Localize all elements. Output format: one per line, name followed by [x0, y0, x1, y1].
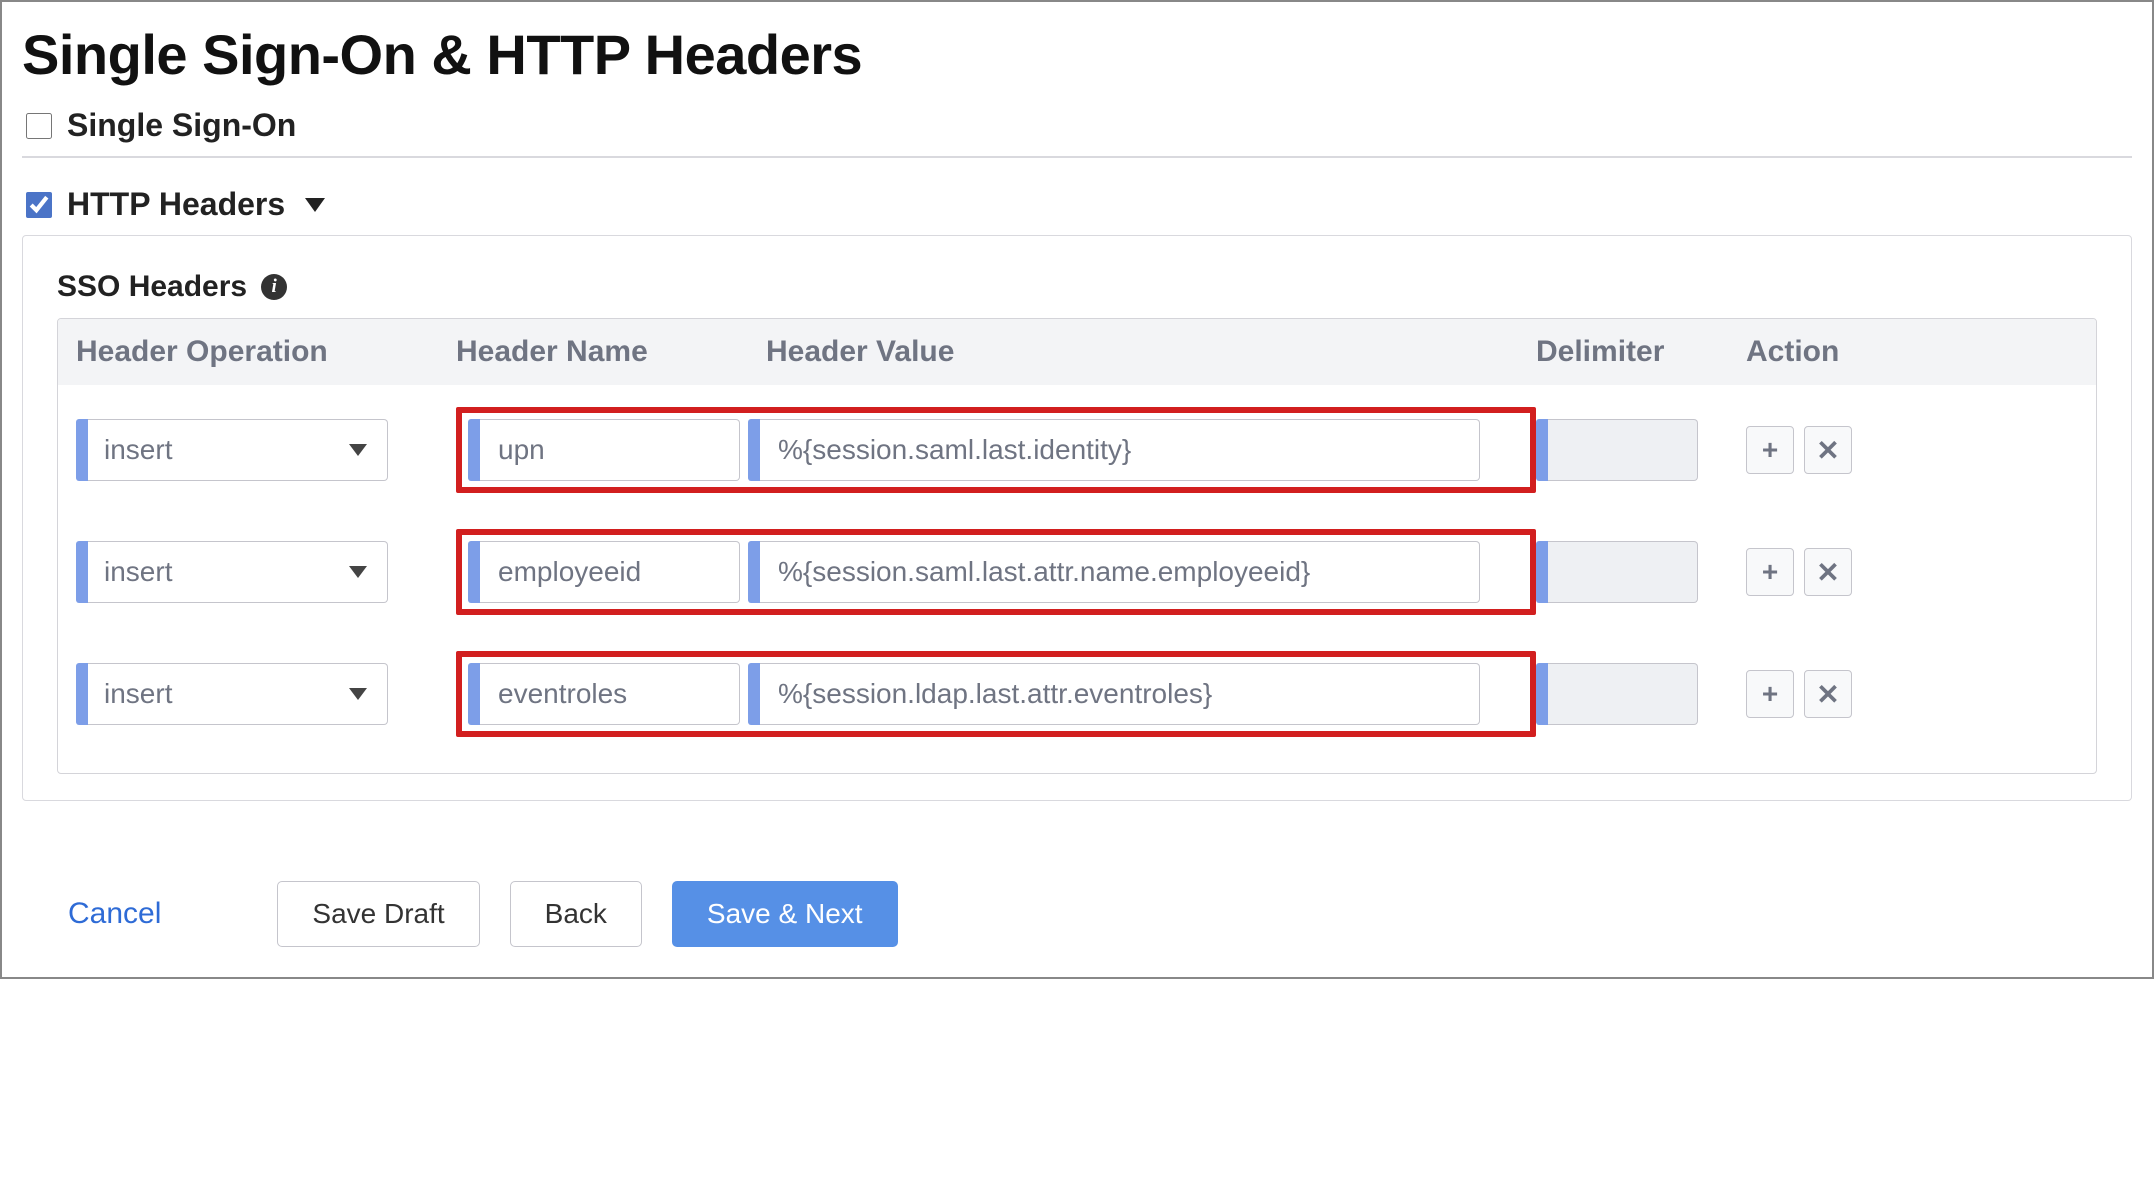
flag-indicator: [468, 663, 480, 725]
header-name-input[interactable]: [496, 555, 723, 589]
http-headers-checkbox[interactable]: [26, 192, 52, 218]
header-operation-select[interactable]: insert: [88, 541, 388, 603]
header-value-cell: [748, 541, 1480, 603]
chevron-down-icon: [349, 566, 367, 578]
back-button[interactable]: Back: [510, 881, 642, 947]
highlight-box: [456, 651, 1536, 737]
flag-indicator: [468, 541, 480, 603]
table-header: Header Operation Header Name Header Valu…: [58, 319, 2096, 385]
save-draft-button[interactable]: Save Draft: [277, 881, 479, 947]
header-name-cell: [468, 541, 740, 603]
header-operation-value: insert: [104, 434, 172, 466]
delimiter-input[interactable]: [1564, 433, 1681, 467]
add-row-button[interactable]: +: [1746, 548, 1794, 596]
header-name-input[interactable]: [496, 677, 723, 711]
collapse-icon[interactable]: [305, 198, 325, 212]
header-value-cell: [748, 419, 1480, 481]
highlight-box: [456, 407, 1536, 493]
flag-indicator: [1536, 663, 1548, 725]
add-row-button[interactable]: +: [1746, 426, 1794, 474]
delimiter-cell: [1536, 541, 1746, 603]
http-headers-panel: SSO Headers i Header Operation Header Na…: [22, 235, 2132, 801]
flag-indicator: [76, 663, 88, 725]
header-value-input[interactable]: [776, 555, 1463, 589]
header-value-input[interactable]: [776, 433, 1463, 467]
flag-indicator: [76, 541, 88, 603]
col-header-delimiter: Delimiter: [1536, 335, 1746, 369]
remove-row-button[interactable]: ✕: [1804, 670, 1852, 718]
close-icon: ✕: [1816, 678, 1839, 711]
col-header-name: Header Name: [456, 335, 766, 369]
plus-icon: +: [1762, 556, 1778, 588]
plus-icon: +: [1762, 678, 1778, 710]
header-operation-value: insert: [104, 556, 172, 588]
table-row: insert: [76, 529, 2078, 615]
sso-headers-heading: SSO Headers i: [57, 270, 2097, 304]
remove-row-button[interactable]: ✕: [1804, 426, 1852, 474]
cancel-button[interactable]: Cancel: [62, 887, 167, 941]
page-title: Single Sign-On & HTTP Headers: [22, 22, 2132, 87]
col-header-action: Action: [1746, 335, 2006, 369]
plus-icon: +: [1762, 434, 1778, 466]
header-name-input[interactable]: [496, 433, 723, 467]
header-operation-cell: insert: [76, 419, 456, 481]
sso-section-toggle-row: Single Sign-On: [22, 107, 2132, 144]
header-operation-cell: insert: [76, 663, 456, 725]
info-icon[interactable]: i: [261, 274, 287, 300]
remove-row-button[interactable]: ✕: [1804, 548, 1852, 596]
header-operation-cell: insert: [76, 541, 456, 603]
header-operation-value: insert: [104, 678, 172, 710]
chevron-down-icon: [349, 688, 367, 700]
flag-indicator: [76, 419, 88, 481]
delimiter-cell: [1536, 419, 1746, 481]
row-actions: + ✕: [1746, 426, 2006, 474]
footer-actions: Cancel Save Draft Back Save & Next: [22, 881, 2132, 947]
flag-indicator: [1536, 541, 1548, 603]
http-headers-section-toggle-row: HTTP Headers: [22, 186, 2132, 223]
delimiter-cell: [1536, 663, 1746, 725]
sso-headers-table: Header Operation Header Name Header Valu…: [57, 318, 2097, 774]
sso-label: Single Sign-On: [67, 107, 296, 144]
header-value-cell: [748, 663, 1480, 725]
row-actions: + ✕: [1746, 548, 2006, 596]
col-header-operation: Header Operation: [76, 335, 456, 369]
row-actions: + ✕: [1746, 670, 2006, 718]
table-row: insert: [76, 407, 2078, 493]
flag-indicator: [1536, 419, 1548, 481]
flag-indicator: [748, 541, 760, 603]
http-headers-label: HTTP Headers: [67, 186, 285, 223]
flag-indicator: [748, 419, 760, 481]
flag-indicator: [468, 419, 480, 481]
chevron-down-icon: [349, 444, 367, 456]
header-name-cell: [468, 419, 740, 481]
flag-indicator: [748, 663, 760, 725]
close-icon: ✕: [1816, 434, 1839, 467]
sso-checkbox[interactable]: [26, 113, 52, 139]
header-operation-select[interactable]: insert: [88, 419, 388, 481]
header-name-cell: [468, 663, 740, 725]
header-value-input[interactable]: [776, 677, 1463, 711]
header-operation-select[interactable]: insert: [88, 663, 388, 725]
delimiter-input[interactable]: [1564, 555, 1681, 589]
add-row-button[interactable]: +: [1746, 670, 1794, 718]
sso-headers-title: SSO Headers: [57, 270, 247, 304]
table-row: insert: [76, 651, 2078, 737]
table-body: insert: [58, 385, 2096, 773]
delimiter-input[interactable]: [1564, 677, 1681, 711]
divider: [22, 156, 2132, 158]
close-icon: ✕: [1816, 556, 1839, 589]
save-next-button[interactable]: Save & Next: [672, 881, 898, 947]
highlight-box: [456, 529, 1536, 615]
col-header-value: Header Value: [766, 335, 1536, 369]
